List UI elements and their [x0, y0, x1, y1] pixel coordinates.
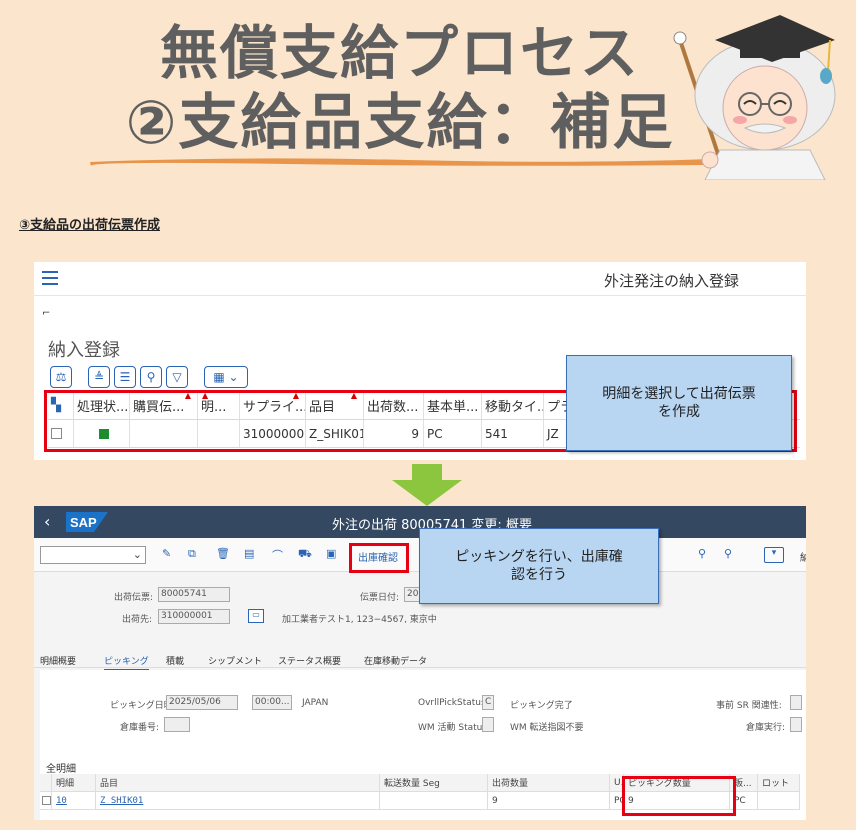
sort-icon[interactable]: ☰ — [114, 366, 136, 388]
tab-stock-transfer[interactable]: 在庫移動データ — [364, 654, 427, 667]
all-items-title: 全明細 — [46, 764, 76, 775]
menu-icon[interactable] — [42, 271, 58, 285]
search-icon[interactable]: ⚲ — [140, 366, 162, 388]
filter-icon[interactable]: ▽ — [166, 366, 188, 388]
warehouse-label: 倉庫番号: — [120, 723, 160, 733]
pick-complete-text: ピッキング完了 — [510, 701, 573, 711]
recipient-label: 出荷先: — [122, 615, 153, 625]
document-icon[interactable]: ▤ — [244, 547, 254, 560]
balance-icon[interactable]: ⚖ — [50, 366, 72, 388]
column-header[interactable]: ロット — [758, 774, 800, 791]
layout-icon[interactable]: ▦ ⌄ — [204, 366, 248, 388]
page-title: 納入登録 — [48, 340, 120, 361]
edit-icon[interactable]: ✎ — [162, 547, 171, 560]
professor-illustration — [673, 15, 836, 180]
tab-item-overview[interactable]: 明細概要 — [40, 654, 76, 667]
sr-relevance-field[interactable] — [790, 695, 802, 710]
warehouse-exec-label: 倉庫実行: — [746, 723, 786, 733]
picking-datetime-label: ピッキング日時 — [110, 701, 173, 711]
material-link[interactable]: Z_SHIK01 — [100, 796, 143, 806]
sr-relevance-label: 事前 SR 関連性: — [716, 701, 782, 711]
down-arrow-icon — [392, 464, 462, 506]
corner-mark: ⌐ — [42, 308, 51, 319]
cell-batch[interactable] — [758, 792, 800, 809]
back-icon[interactable]: ‹ — [44, 512, 50, 531]
command-select[interactable]: ⌄ — [40, 546, 146, 564]
tab-status-overview[interactable]: ステータス概要 — [278, 654, 341, 667]
svg-text:SAP: SAP — [70, 515, 97, 530]
column-header[interactable]: 品目 — [96, 774, 380, 791]
sap-logo-icon: SAP — [66, 512, 108, 532]
search-next-icon[interactable]: ⚲ — [724, 547, 732, 560]
wm-status-field[interactable] — [482, 717, 494, 732]
app-title: 外注発注の納入登録 — [604, 272, 740, 290]
wm-transfer-text: WM 転送指図不要 — [510, 723, 584, 733]
search-icon[interactable]: ⚲ — [698, 547, 706, 560]
warehouse-field[interactable] — [164, 717, 190, 732]
tab-strip: 明細概要 ピッキング 積載 シップメント ステータス概要 在庫移動データ — [34, 648, 806, 671]
save-icon[interactable]: ▣ — [326, 547, 336, 560]
column-header[interactable]: 明細 — [52, 774, 96, 791]
callout-select-item: 明細を選択して出荷伝票を作成 — [566, 355, 792, 451]
callout-picking: ピッキングを行い、出庫確認を行う — [419, 528, 659, 604]
warehouse-exec-field[interactable] — [790, 717, 802, 732]
truck-icon[interactable]: ⛟ — [298, 547, 312, 562]
delivery-label: 出荷伝票: — [114, 593, 154, 603]
grid-toolbar: ⚖ ≜ ☰ ⚲ ▽ ▦ ⌄ — [50, 366, 248, 388]
brush-underline — [90, 158, 710, 166]
date-label: 伝票日付: — [360, 593, 400, 603]
picking-qty-highlight — [622, 776, 736, 816]
confirm-button-highlight — [349, 543, 409, 573]
item-link[interactable]: 10 — [56, 796, 67, 806]
picking-date-field[interactable]: 2025/05/06 — [166, 695, 238, 710]
delivery-field[interactable]: 80005741 — [158, 587, 230, 602]
timezone: JAPAN — [302, 698, 329, 708]
hat-icon[interactable]: ⌒ — [272, 547, 283, 563]
overall-pick-status-label: OvrllPickStatus: — [418, 698, 489, 708]
tab-picking[interactable]: ピッキング — [104, 654, 149, 671]
chevron-down-icon: ⌄ — [132, 548, 142, 561]
tab-shipment[interactable]: シップメント — [208, 654, 262, 667]
shell-bar: 外注発注の納入登録 — [34, 262, 806, 296]
row-checkbox[interactable] — [42, 796, 51, 805]
align-icon[interactable]: ≜ — [88, 366, 110, 388]
tab-loading[interactable]: 積載 — [166, 654, 184, 667]
column-header[interactable]: 転送数量 Seg — [380, 774, 488, 791]
copy-icon[interactable]: ⧉ — [188, 547, 196, 561]
cell-delivery-qty[interactable]: 9 — [488, 792, 610, 809]
address-icon[interactable]: ▭ — [248, 609, 264, 623]
settings-icon[interactable]: ▾ — [764, 547, 784, 563]
cell-transfer-qty[interactable] — [380, 792, 488, 809]
picking-time-field[interactable]: 00:00... — [252, 695, 292, 710]
more-menu[interactable]: 納 — [800, 549, 806, 564]
delete-icon[interactable]: 🗑 — [216, 547, 230, 560]
recipient-address: 加工業者テスト1, 123−4567, 東京中 — [282, 615, 437, 625]
wm-status-label: WM 活動 Status — [418, 723, 488, 733]
overall-pick-status-field[interactable]: C — [482, 695, 494, 710]
recipient-field[interactable]: 310000001 — [158, 609, 230, 624]
column-header[interactable]: 出荷数量 — [488, 774, 610, 791]
section-heading: ③支給品の出荷伝票作成 — [19, 218, 161, 233]
